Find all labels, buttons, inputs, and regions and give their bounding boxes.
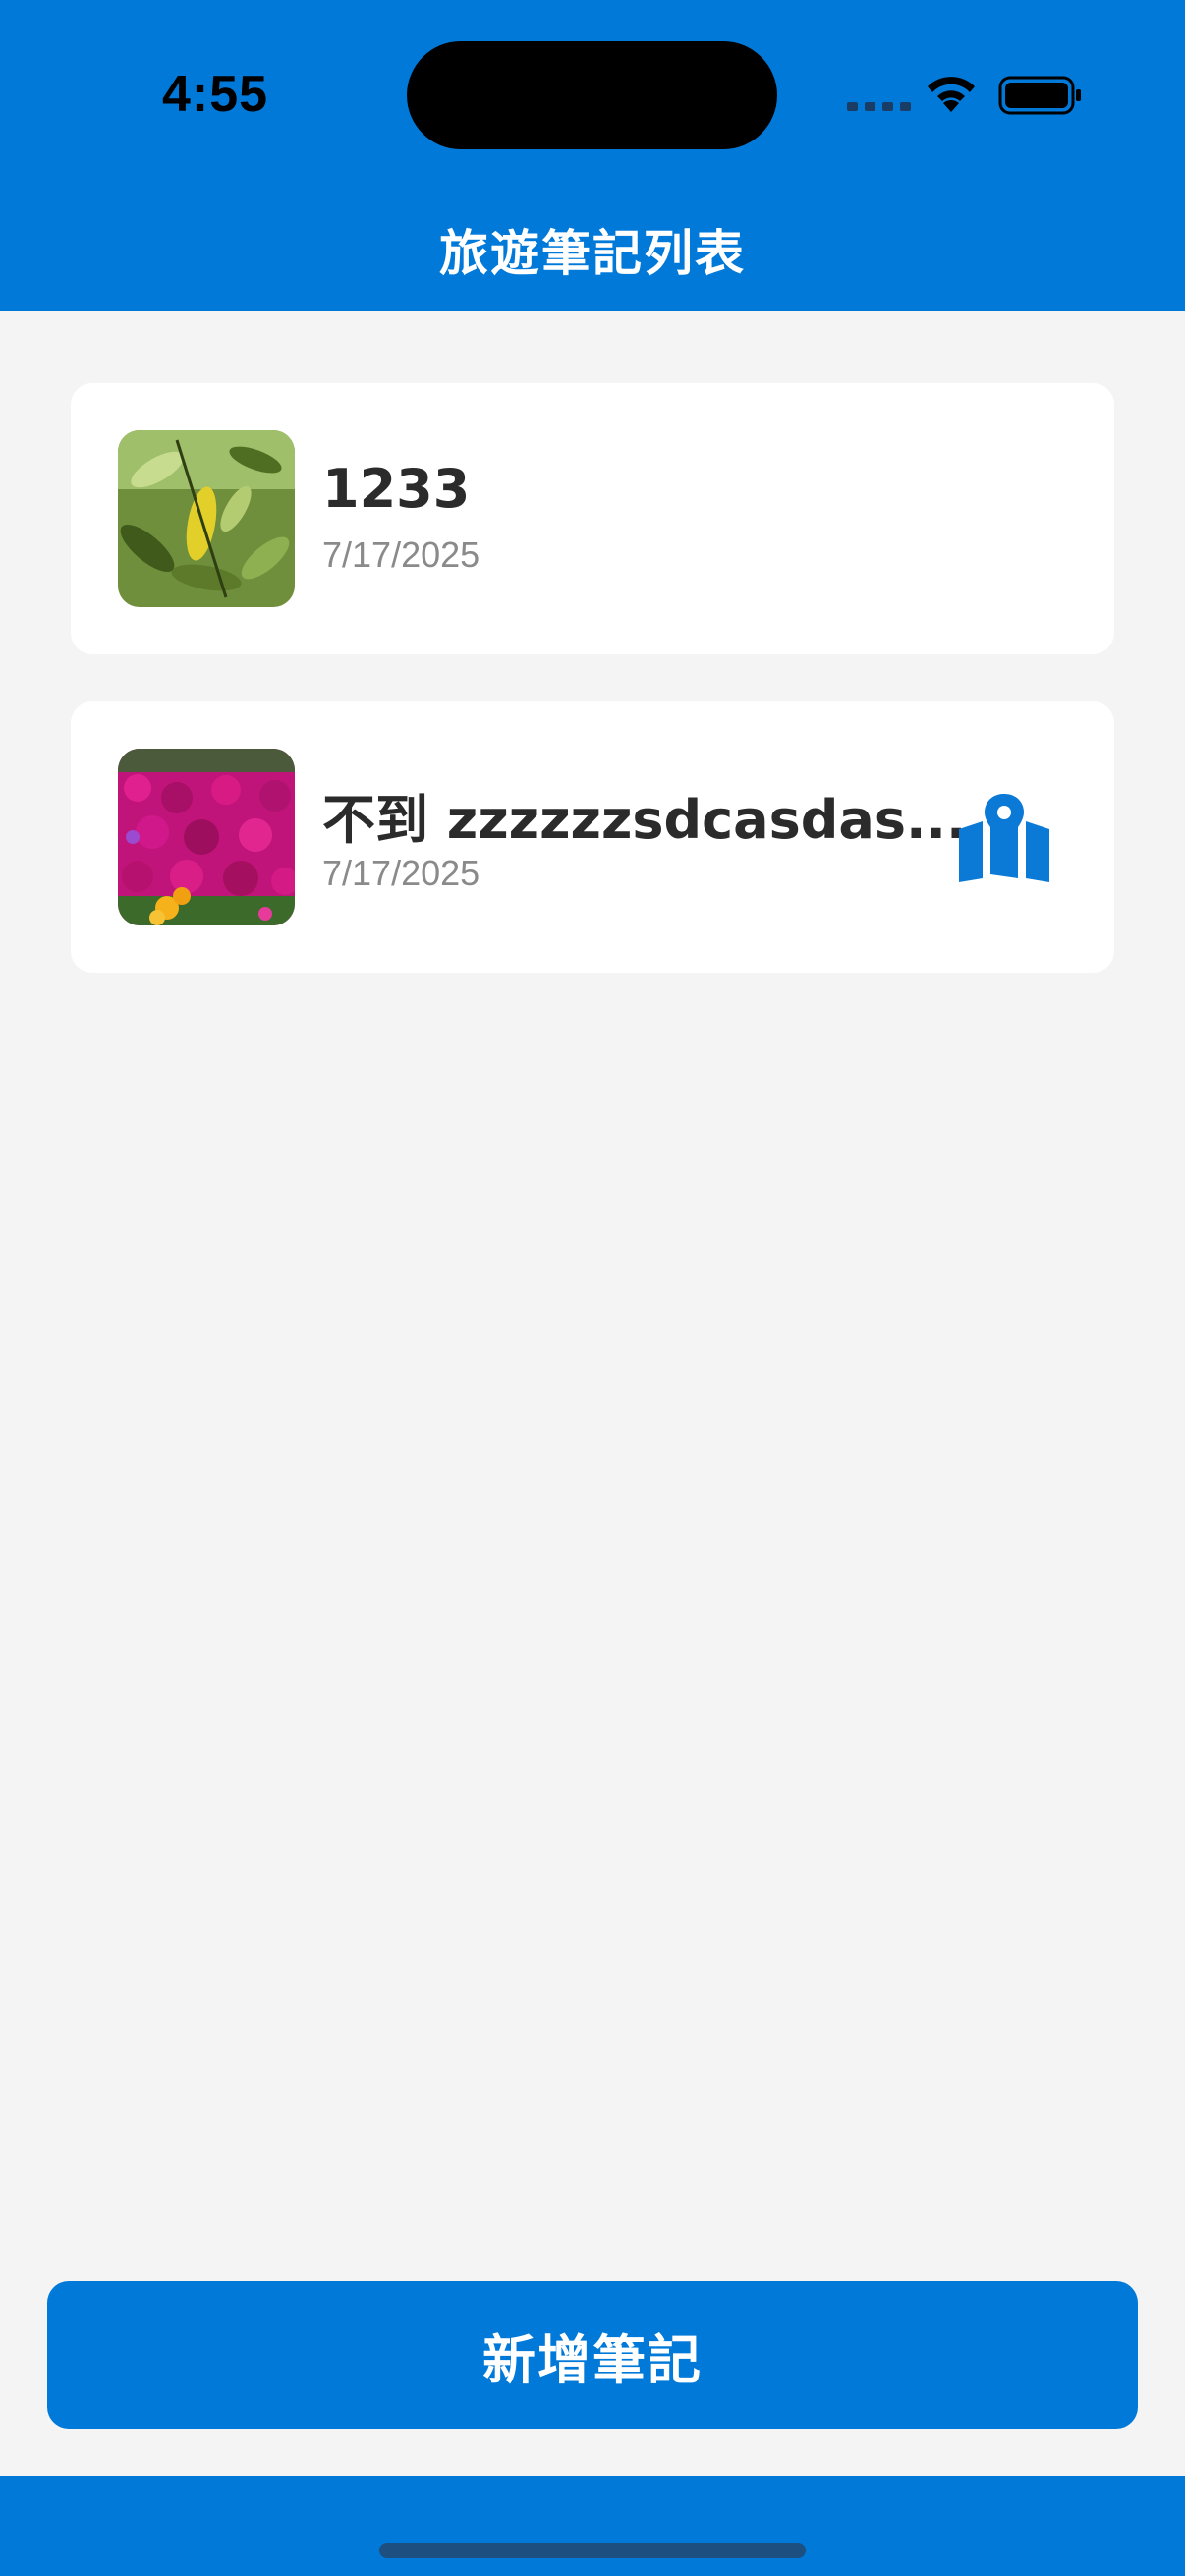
home-indicator[interactable] <box>379 2543 806 2558</box>
note-title: 1233 <box>322 458 471 520</box>
cellular-signal-icon <box>847 102 911 111</box>
note-thumbnail <box>118 430 295 607</box>
note-date: 7/17/2025 <box>322 853 480 893</box>
add-note-button[interactable]: 新增筆記 <box>47 2281 1138 2429</box>
note-title: 不到 zzzzzzsdcasdas... <box>322 789 967 851</box>
screen: 4:55 旅遊筆記列表 1233 7/17/2025 不到 zzzzzzsdca… <box>0 0 1185 2576</box>
dynamic-island <box>407 41 777 149</box>
wifi-icon <box>928 77 975 112</box>
bottom-bar <box>0 2476 1185 2576</box>
map-pin-icon[interactable] <box>957 794 1051 882</box>
note-card[interactable]: 1233 7/17/2025 <box>71 383 1114 654</box>
battery-icon <box>998 76 1081 115</box>
note-date: 7/17/2025 <box>322 534 480 575</box>
app-header: 4:55 旅遊筆記列表 <box>0 0 1185 311</box>
note-thumbnail <box>118 749 295 925</box>
page-title: 旅遊筆記列表 <box>439 225 746 282</box>
status-time: 4:55 <box>162 66 269 123</box>
note-card[interactable]: 不到 zzzzzzsdcasdas... 7/17/2025 <box>71 701 1114 973</box>
